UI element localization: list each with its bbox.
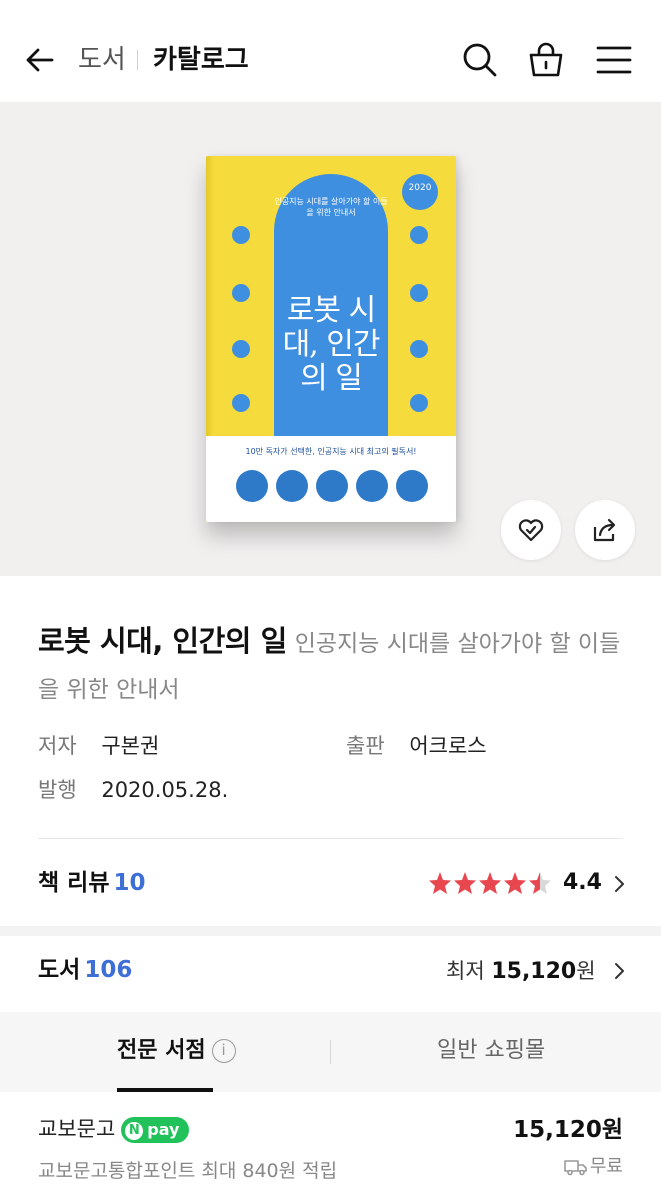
npay-badge: Npay: [121, 1117, 190, 1143]
cover-subtitle: 인공지능 시대를 살아가야 할 이들을 위한 안내서: [274, 197, 388, 217]
review-label: 책 리뷰: [38, 870, 110, 896]
share-icon: [593, 518, 616, 542]
back-arrow-icon[interactable]: [22, 42, 58, 78]
truck-icon: [564, 1160, 587, 1176]
star-full-icon: [429, 872, 451, 894]
star-full-icon: [504, 872, 526, 894]
iot-icon: [410, 394, 428, 412]
currency-unit: 원: [576, 959, 596, 983]
breadcrumb-category[interactable]: 도서: [78, 44, 126, 76]
edition-badge: 2020: [402, 174, 438, 210]
active-tab-indicator: [117, 1088, 213, 1092]
seller-name: 교보문고: [38, 1117, 116, 1141]
author-label: 저자: [38, 734, 77, 758]
hamburger-menu-icon[interactable]: [594, 40, 634, 80]
star-rating: [429, 872, 551, 894]
lowest-price-value: 15,120: [491, 959, 577, 984]
robot-icon: [232, 284, 250, 302]
chevron-right-icon[interactable]: [612, 961, 626, 981]
award-seal-icon: [356, 470, 388, 502]
award-seal-icon: [276, 470, 308, 502]
book-cover-area: 인공지능 시대를 살아가야 할 이들을 위한 안내서 로봇 시대, 인간의 일 …: [0, 102, 661, 576]
offers-label: 도서: [38, 957, 81, 983]
lowest-label: 최저: [446, 959, 485, 983]
shopping-basket-icon[interactable]: [526, 40, 566, 80]
published-row: 발행 2020.05.28.: [38, 776, 228, 804]
seller-tabs: 전문 서점 i 일반 쇼핑몰: [0, 1012, 661, 1092]
car-icon: [410, 284, 428, 302]
publisher-name: 어크로스: [409, 734, 487, 758]
brain-icon: [410, 226, 428, 244]
breadcrumb-divider: [137, 50, 138, 70]
like-button[interactable]: [501, 500, 561, 560]
award-seal-icon: [316, 470, 348, 502]
offers-count: 106: [84, 957, 133, 983]
review-count: 10: [113, 870, 146, 896]
published-date: 2020.05.28.: [101, 778, 229, 802]
npay-label: pay: [147, 1120, 180, 1139]
author-name[interactable]: 구본권: [101, 734, 159, 758]
page-title: 카탈로그: [153, 45, 249, 75]
seller-price: 15,120원: [513, 1117, 623, 1143]
book-title-block: 로봇 시대, 인간의 일 인공지능 시대를 살아가야 할 이들을 위한 안내서: [38, 618, 628, 713]
top-bar: 도서 카탈로그: [0, 0, 661, 102]
award-seal-icon: [396, 470, 428, 502]
lowest-price[interactable]: 최저 15,120원: [446, 955, 596, 988]
section-gap: [0, 926, 661, 936]
book-offers-link[interactable]: 도서 106: [38, 953, 132, 987]
star-full-icon: [479, 872, 501, 894]
review-link[interactable]: 책 리뷰 10: [38, 866, 146, 900]
heart-check-icon: [518, 519, 544, 542]
star-half-icon: [529, 872, 551, 894]
rating-value: 4.4: [563, 870, 602, 895]
home-icon: [410, 340, 428, 358]
chip-icon: [232, 226, 250, 244]
npay-n-icon: N: [125, 1122, 144, 1140]
shipping-label: 무료: [589, 1156, 623, 1177]
info-icon[interactable]: i: [211, 1039, 236, 1063]
tab-label: 전문 서점: [117, 1038, 206, 1063]
shipping-info: 무료: [564, 1152, 623, 1182]
publisher-row: 출판 어크로스: [346, 732, 487, 760]
seller-row[interactable]: 교보문고 Npay: [38, 1114, 190, 1144]
award-seal-icon: [236, 470, 268, 502]
tab-specialty-bookstore[interactable]: 전문 서점 i: [117, 1036, 236, 1066]
author-row: 저자 구본권: [38, 732, 159, 760]
cover-arch: 인공지능 시대를 살아가야 할 이들을 위한 안내서 로봇 시대, 인간의 일: [274, 174, 388, 436]
network-icon: [232, 340, 250, 358]
book-cover-image[interactable]: 인공지능 시대를 살아가야 할 이들을 위한 안내서 로봇 시대, 인간의 일 …: [206, 156, 456, 522]
points-info: 교보문고통합포인트 최대 840원 적립: [38, 1160, 338, 1182]
cover-tagline: 10만 독자가 선택한, 인공지능 시대 최고의 필독서!: [245, 447, 417, 456]
search-icon[interactable]: [460, 40, 500, 80]
tab-general-mall[interactable]: 일반 쇼핑몰: [437, 1036, 545, 1066]
published-label: 발행: [38, 778, 77, 802]
cover-title: 로봇 시대, 인간의 일: [282, 293, 381, 396]
cover-bottom-band: 10만 독자가 선택한, 인공지능 시대 최고의 필독서!: [206, 436, 456, 522]
robot-arm-icon: [232, 394, 250, 412]
publisher-label: 출판: [346, 734, 385, 758]
chevron-right-icon[interactable]: [612, 874, 626, 894]
section-divider: [38, 838, 623, 839]
star-full-icon: [454, 872, 476, 894]
book-title: 로봇 시대, 인간의 일: [38, 624, 287, 658]
share-button[interactable]: [575, 500, 635, 560]
tab-divider: [330, 1040, 331, 1064]
